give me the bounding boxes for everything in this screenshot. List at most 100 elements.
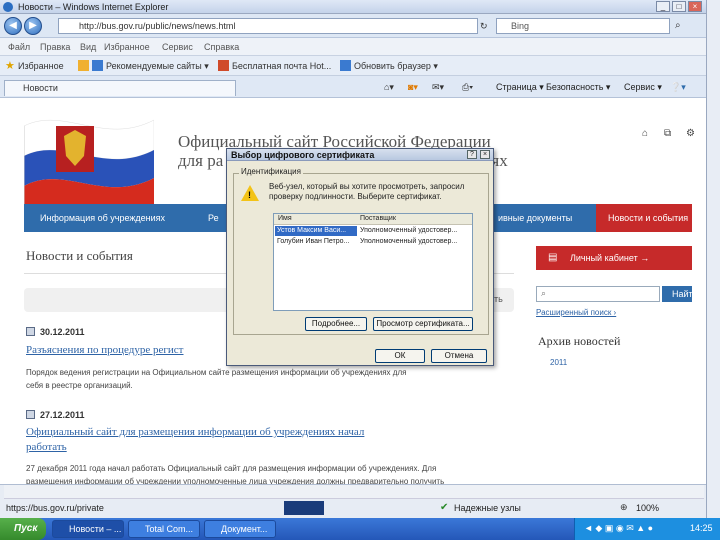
cmd-tools[interactable]: Сервис ▾	[624, 82, 662, 93]
cert-row-issuer[interactable]: Уполномоченный удостовер...	[360, 237, 470, 247]
sitemap-icon[interactable]: ⧉	[664, 128, 671, 139]
fav-suggested-sites[interactable]: Рекомендуемые сайты ▾	[106, 61, 209, 72]
cmd-safety[interactable]: Безопасность ▾	[546, 82, 610, 93]
cmd-page[interactable]: Страница ▾	[496, 82, 544, 93]
window-right-edge	[706, 0, 720, 540]
security-zone[interactable]: Надежные узлы	[454, 503, 521, 513]
zoom-level[interactable]: 100%	[636, 503, 659, 513]
cancel-button[interactable]: Отмена	[431, 349, 487, 363]
personal-cabinet-button[interactable]: ▤ Личный кабинет →	[536, 246, 692, 270]
window-title: Новости – Windows Internet Explorer	[18, 2, 169, 12]
view-certificate-button[interactable]: Просмотр сертификата...	[373, 317, 473, 331]
dialog-help-button[interactable]: ?	[467, 150, 477, 159]
certificate-list[interactable]: Имя Поставщик Устов Максим Васи... Уполн…	[273, 213, 473, 311]
site-search-button[interactable]: Найти	[662, 286, 698, 302]
clock: 14:25	[690, 523, 713, 533]
hotmail-icon	[218, 60, 229, 71]
dialog-title: Выбор цифрового сертификата	[231, 150, 375, 160]
fav-hotmail[interactable]: Бесплатная почта Hot...	[232, 61, 331, 71]
menu-file[interactable]: Файл	[8, 42, 30, 52]
close-button[interactable]: ×	[688, 1, 702, 12]
tab-news[interactable]: Новости	[4, 80, 236, 96]
news-title-link[interactable]: Официальный сайт для размещения информац…	[26, 426, 364, 438]
feeds-icon[interactable]: ◙▾	[408, 82, 418, 93]
cert-row-issuer[interactable]: Уполномоченный удостовер...	[360, 226, 470, 236]
address-row: ◀ ▶ http://bus.gov.ru/public/news/news.h…	[0, 14, 706, 38]
settings-icon[interactable]: ⚙	[686, 128, 695, 139]
address-field[interactable]: http://bus.gov.ru/public/news/news.html	[58, 18, 478, 34]
search-icon[interactable]: ⌕	[675, 20, 681, 31]
filter-label: ть	[494, 294, 503, 304]
certificate-dialog: Выбор цифрового сертификата ? × Идентифи…	[226, 148, 494, 366]
menu-tools[interactable]: Сервис	[162, 42, 193, 52]
search-input[interactable]: Bing	[496, 18, 670, 34]
minimize-button[interactable]: _	[656, 1, 670, 12]
menu-favorites[interactable]: Избранное	[104, 42, 150, 52]
task-totalcmd[interactable]: Total Com...	[128, 520, 200, 538]
back-button[interactable]: ◀	[4, 17, 22, 35]
more-info-button[interactable]: Подробнее...	[305, 317, 367, 331]
zoom-icon[interactable]: ⊕	[620, 502, 628, 513]
site-title-line2-left: для ра	[178, 151, 224, 170]
horizontal-scrollbar[interactable]	[4, 485, 704, 499]
archive-year-link[interactable]: 2011	[550, 358, 567, 367]
progress-segment	[284, 501, 324, 515]
favorites-label[interactable]: Избранное	[18, 61, 64, 71]
menu-help[interactable]: Справка	[204, 42, 239, 52]
cert-row-name[interactable]: Устов Максим Васи...	[277, 226, 357, 236]
maximize-button[interactable]: □	[672, 1, 686, 12]
home-icon[interactable]: ⌂▾	[384, 82, 394, 93]
column-name[interactable]: Имя	[278, 214, 292, 224]
column-issuer[interactable]: Поставщик	[360, 214, 396, 224]
ie-window: Новости – Windows Internet Explorer _ □ …	[0, 0, 720, 540]
nav-documents[interactable]: ивные документы	[498, 213, 572, 223]
task-ie[interactable]: Новости – ...	[52, 520, 124, 538]
calendar-icon	[26, 327, 35, 336]
news-title-link[interactable]: Разъяснения по процедуре регист	[26, 344, 184, 356]
mail-icon[interactable]: ✉▾	[432, 82, 444, 93]
archive-heading: Архив новостей	[538, 334, 621, 348]
task-document[interactable]: Документ...	[204, 520, 276, 538]
news-date: 27.12.2011	[40, 410, 85, 420]
forward-button[interactable]: ▶	[24, 17, 42, 35]
cert-row-name[interactable]: Голубин Иван Петро...	[277, 237, 357, 247]
dialog-close-button[interactable]: ×	[480, 150, 490, 159]
warning-icon-mark: !	[248, 190, 251, 200]
news-title-link-cont[interactable]: работать	[26, 441, 67, 453]
news-body: себя в реестре организаций.	[26, 381, 133, 390]
menu-view[interactable]: Вид	[80, 42, 96, 52]
site-search-input[interactable]: ⌕	[536, 286, 660, 302]
help-icon[interactable]: ❔▾	[670, 82, 686, 93]
ok-button[interactable]: ОК	[375, 349, 425, 363]
dialog-title-bar: Выбор цифрового сертификата ? ×	[227, 149, 493, 161]
list-header: Имя Поставщик	[274, 214, 472, 225]
nav-institutions[interactable]: Информация об учреждениях	[40, 213, 165, 223]
home-page-icon[interactable]: ⌂	[642, 128, 648, 139]
menu-bar: Файл Правка Вид Избранное Сервис Справка	[0, 38, 706, 56]
news-heading: Новости и события	[26, 248, 133, 263]
refresh-icon[interactable]: ↻	[480, 21, 488, 32]
nav-news-active[interactable]: Новости и события	[596, 204, 692, 232]
start-button[interactable]: Пуск	[0, 518, 46, 540]
title-bar: Новости – Windows Internet Explorer _ □ …	[0, 0, 706, 14]
fav-update-browser[interactable]: Обновить браузер ▾	[354, 61, 438, 72]
nav-news-label: Новости и события	[608, 213, 689, 223]
lock-icon: ▤	[548, 252, 558, 263]
browser-update-icon	[340, 60, 351, 71]
search-icon: ⌕	[541, 288, 547, 298]
calendar-icon	[26, 410, 35, 419]
news-body: Порядок ведения регистрации на Официальн…	[26, 368, 407, 377]
status-url: https://bus.gov.ru/private	[6, 503, 104, 513]
advanced-search-link[interactable]: Расширенный поиск ›	[536, 308, 616, 317]
menu-edit[interactable]: Правка	[40, 42, 70, 52]
favorites-add-icon[interactable]	[78, 60, 89, 71]
print-icon[interactable]: ⎙▾	[462, 82, 473, 93]
news-date: 30.12.2011	[40, 327, 85, 337]
status-bar: https://bus.gov.ru/private ✔ Надежные уз…	[0, 484, 706, 518]
russia-flag-emblem	[24, 119, 154, 210]
nav-registry[interactable]: Ре	[208, 213, 219, 223]
suggested-sites-icon	[92, 60, 103, 71]
favorites-bar: ★ Избранное Рекомендуемые сайты ▾ Беспла…	[0, 56, 706, 76]
tray-icons[interactable]: ◄ ◆ ▣ ◉ ✉ ▲ ●	[584, 523, 653, 534]
news-body: 27 декабря 2011 года начал работать Офиц…	[26, 464, 437, 473]
